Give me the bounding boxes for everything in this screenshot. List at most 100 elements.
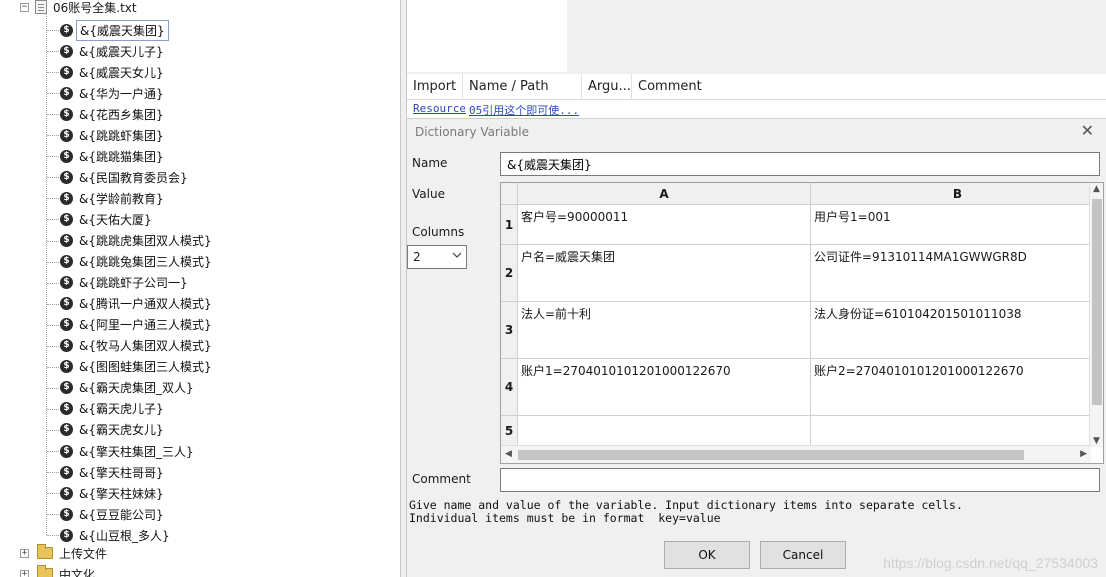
tree-item[interactable]: $ &{豆豆能公司} — [60, 504, 164, 524]
import-type-link[interactable]: Resource — [413, 102, 466, 115]
dollar-icon: $ — [60, 128, 73, 142]
tree-item[interactable]: $ &{腾讯一户通双人模式} — [60, 294, 212, 314]
grid-row-header[interactable]: 3 — [501, 302, 518, 359]
resource-tree: − 06账号全集.txt $ &{威震天集团} $ &{威震天儿子} $ &{威震天女儿}… — [0, 0, 400, 577]
tree-item[interactable]: $ &{威震天女儿} — [60, 62, 164, 82]
tree-item[interactable]: $ &{擎天柱哥哥} — [60, 462, 164, 482]
tree-guide-line — [47, 135, 59, 137]
expand-icon[interactable]: + — [20, 569, 29, 577]
pane-splitter[interactable] — [400, 0, 407, 577]
tree-item-label: &{跳跳虎集团双人模式} — [79, 234, 212, 248]
cancel-button[interactable]: Cancel — [760, 541, 846, 569]
tree-item[interactable]: $ &{威震天儿子} — [60, 41, 164, 61]
tree-item[interactable]: $ &{学龄前教育} — [60, 188, 164, 208]
close-icon[interactable]: ✕ — [1081, 123, 1094, 139]
column-header-name-path[interactable]: Name / Path — [463, 74, 582, 100]
tree-folder-row[interactable]: + 上传文件 — [20, 543, 107, 563]
tree-item[interactable]: $ &{华为一户通} — [60, 83, 164, 103]
grid-cell[interactable] — [811, 416, 1103, 446]
scroll-thumb[interactable] — [518, 450, 1024, 460]
grid-vertical-scrollbar[interactable]: ▲ ▼ — [1089, 183, 1103, 447]
tree-item[interactable]: $ &{阿里一户通三人模式} — [60, 315, 212, 335]
tree-item-label: &{霸天虎集团_双人} — [79, 381, 194, 396]
tree-guide-line — [47, 408, 59, 410]
tree-item-label: &{花西乡集团} — [79, 107, 164, 122]
grid-cell[interactable]: 客户号=90000011 — [518, 205, 811, 245]
grid-corner — [501, 183, 518, 205]
import-path-link[interactable]: 05引用这个即可使... — [469, 102, 579, 118]
value-grid[interactable]: A B 1 客户号=90000011 用户号1=001 2 户名=威震天集团 公… — [500, 182, 1104, 464]
expand-icon[interactable]: + — [20, 548, 29, 558]
comment-input[interactable] — [500, 468, 1100, 492]
tree-item[interactable]: $ &{霸天虎集团_双人} — [60, 378, 194, 398]
column-header-comment[interactable]: Comment — [632, 74, 1106, 100]
grid-row-header[interactable]: 5 — [501, 416, 518, 446]
tree-guide-line — [47, 451, 59, 452]
tree-root-row[interactable]: − 06账号全集.txt — [20, 0, 137, 17]
tree-item-label: &{擎天柱妹妹} — [79, 486, 164, 501]
grid-cell[interactable]: 法人=前十利 — [518, 302, 811, 359]
tree-item[interactable]: $ &{擎天柱集团_三人} — [60, 441, 194, 461]
folder-icon — [37, 565, 53, 577]
tree-item[interactable]: $ &{跳跳猫集团} — [60, 146, 164, 166]
grid-row-header[interactable]: 4 — [501, 359, 518, 416]
tree-item-label: &{山豆根_多人} — [79, 528, 170, 543]
grid-cell[interactable]: 账户1=27040101012010001226​70 — [518, 359, 811, 416]
dollar-icon: $ — [60, 318, 73, 332]
dialog-title: Dictionary Variable — [415, 125, 529, 139]
tree-item[interactable]: $ &{跳跳虾子公司一} — [60, 273, 188, 293]
editor-text-box[interactable] — [407, 0, 567, 72]
columns-select[interactable]: 2 — [407, 245, 467, 269]
settings-table-header: Import Name / Path Argu... Comment — [407, 74, 1106, 100]
tree-guide-line — [47, 387, 59, 389]
dollar-icon: $ — [60, 402, 73, 416]
grid-cell[interactable]: 户名=威震天集团 — [518, 245, 811, 302]
tree-item-label: &{跳跳虾集团} — [79, 128, 164, 143]
tree-item[interactable]: $ &{天佑大厦} — [60, 209, 152, 229]
column-header-import[interactable]: Import — [407, 74, 463, 100]
grid-cell[interactable]: 用户号1=001 — [811, 205, 1103, 245]
scroll-up-icon[interactable]: ▲ — [1093, 184, 1100, 194]
column-header-arguments[interactable]: Argu... — [582, 74, 632, 100]
collapse-icon[interactable]: − — [20, 2, 29, 12]
tree-guide-line — [47, 472, 59, 474]
name-input[interactable] — [500, 152, 1100, 176]
grid-horizontal-scrollbar[interactable]: ◀ ▶ — [501, 445, 1091, 463]
tree-item-label: &{跳跳虾子公司一} — [79, 276, 188, 291]
tree-guide-line — [47, 366, 59, 368]
ok-button[interactable]: OK — [664, 541, 750, 569]
root-file-label: 06账号全集.txt — [53, 0, 137, 15]
tree-item[interactable]: $ &{花西乡集团} — [60, 104, 164, 124]
grid-cell[interactable]: 公司证件=91310114MA1GWWGR8D — [811, 245, 1103, 302]
tree-item[interactable]: $ &{跳跳虎集团双人模式} — [60, 231, 212, 251]
tree-folder-row[interactable]: + 中文化 — [20, 564, 95, 577]
name-label: Name — [412, 156, 448, 170]
tree-guide-line — [47, 535, 59, 537]
tree-item[interactable]: $ &{牧马人集团双人模式} — [60, 336, 212, 356]
grid-row-header[interactable]: 2 — [501, 245, 518, 302]
scroll-down-icon[interactable]: ▼ — [1093, 436, 1100, 446]
grid-col-header-a[interactable]: A — [518, 183, 811, 205]
scroll-right-icon[interactable]: ▶ — [1080, 449, 1087, 459]
folder-label: 中文化 — [59, 567, 96, 577]
grid-row-header[interactable]: 1 — [501, 205, 518, 245]
dollar-icon: $ — [60, 276, 73, 290]
scroll-left-icon[interactable]: ◀ — [505, 449, 512, 459]
tree-item[interactable]: $ &{威震天集团} — [60, 19, 169, 41]
tree-item[interactable]: $ &{民国教育委员会} — [60, 167, 188, 187]
tree-item[interactable]: $ &{霸天虎儿子} — [60, 399, 164, 419]
grid-cell[interactable]: 法人身份证=610104201501011038 — [811, 302, 1103, 359]
tree-guide-line — [47, 493, 59, 495]
grid-col-header-b[interactable]: B — [811, 183, 1103, 205]
grid-cell[interactable]: 账户2=27040101012010001226​70 — [811, 359, 1103, 416]
grid-cell[interactable] — [518, 416, 811, 446]
dollar-icon: $ — [60, 234, 73, 247]
dollar-icon: $ — [60, 339, 73, 353]
dictionary-variable-dialog: Dictionary Variable ✕ Name Value Columns… — [407, 118, 1106, 577]
scroll-thumb[interactable] — [1092, 199, 1102, 405]
tree-item[interactable]: $ &{霸天虎女儿} — [60, 420, 164, 440]
tree-item[interactable]: $ &{跳跳兔集团三人模式} — [60, 252, 212, 272]
tree-item[interactable]: $ &{擎天柱妹妹} — [60, 483, 164, 503]
tree-item[interactable]: $ &{图图蛙集团三人模式} — [60, 357, 212, 377]
tree-item[interactable]: $ &{跳跳虾集团} — [60, 125, 164, 145]
